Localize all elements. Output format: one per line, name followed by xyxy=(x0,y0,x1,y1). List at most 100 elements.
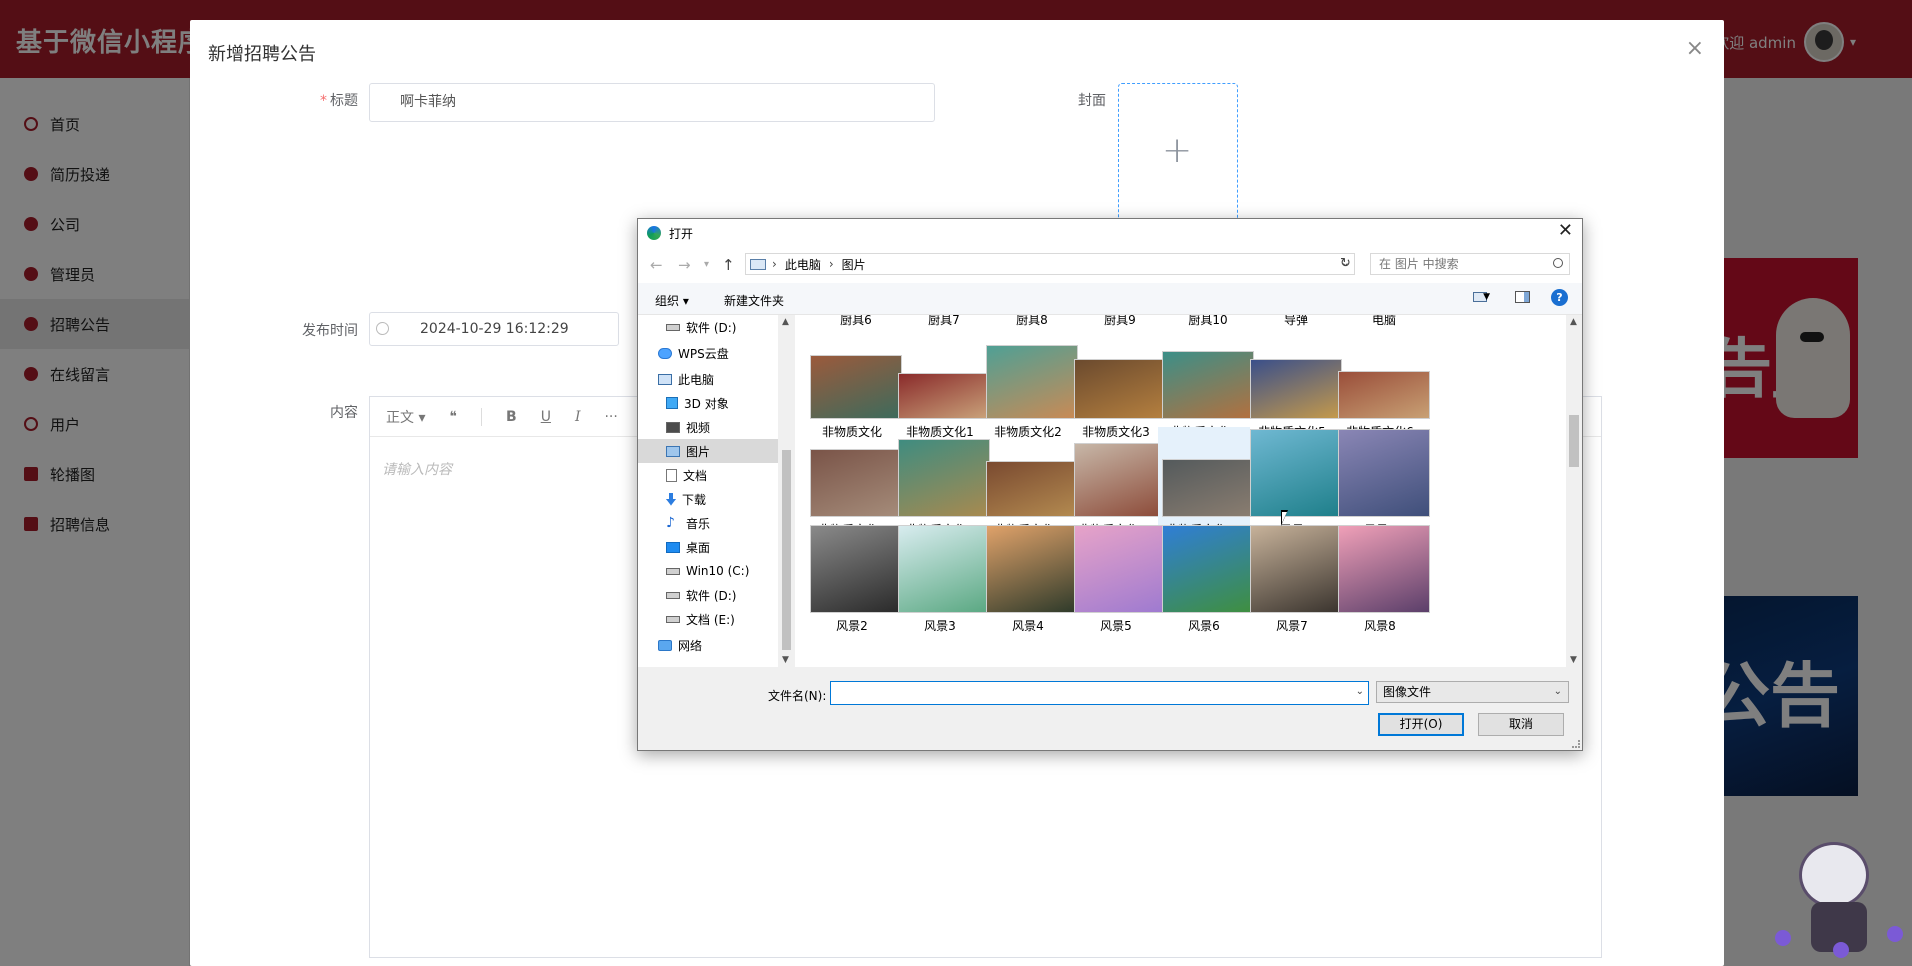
nav-tree-item[interactable]: 文档 xyxy=(638,463,778,487)
file-thumbnail[interactable]: 风景6 xyxy=(1158,523,1254,635)
nav-tree-item[interactable]: 视频 xyxy=(638,415,778,439)
nav-tree-label: 文档 (E:) xyxy=(686,612,735,627)
cover-uploader[interactable]: + xyxy=(1118,83,1238,223)
recent-dropdown-icon[interactable]: ▾ xyxy=(704,259,709,270)
cancel-button[interactable]: 取消 xyxy=(1478,713,1564,736)
nav-tree-item[interactable]: 文档 (E:) xyxy=(638,607,778,631)
scroll-up-icon[interactable]: ▲ xyxy=(1570,317,1577,327)
drive-icon xyxy=(666,615,680,623)
close-icon[interactable]: × xyxy=(1686,38,1704,60)
underline-icon[interactable]: U xyxy=(541,409,551,425)
nav-tree-item[interactable]: 图片 xyxy=(638,439,778,463)
file-label: 风景2 xyxy=(836,619,868,633)
bold-icon[interactable]: B xyxy=(506,409,517,425)
close-icon[interactable]: ✕ xyxy=(1558,222,1573,240)
file-thumbnail[interactable]: 风景2 xyxy=(806,523,902,635)
nav-tree-label: 音乐 xyxy=(686,516,711,531)
file-thumbnail[interactable]: 风景4 xyxy=(982,523,1078,635)
image-preview xyxy=(810,525,902,613)
filename-input[interactable]: ⌄ xyxy=(830,681,1369,705)
nav-tree-item[interactable]: 3D 对象 xyxy=(638,391,778,415)
nav-tree-label: 视频 xyxy=(686,420,711,435)
file-thumbnail[interactable]: 非物质文化5 xyxy=(1246,329,1342,441)
nav-tree-item[interactable]: 软件 (D:) xyxy=(638,315,778,339)
file-thumbnail[interactable]: 风景5 xyxy=(1070,523,1166,635)
file-label[interactable]: 厨具6 xyxy=(810,315,902,328)
file-thumbnail[interactable]: 非物质文化6 xyxy=(1334,329,1430,441)
filetype-select[interactable]: 图像文件 ⌄ xyxy=(1376,681,1569,703)
nav-tree-label: 桌面 xyxy=(686,540,711,555)
drive-icon xyxy=(666,591,680,599)
resize-grip-icon[interactable] xyxy=(1572,740,1580,748)
refresh-icon[interactable]: ↻ xyxy=(1340,256,1351,271)
edge-browser-icon xyxy=(647,226,661,240)
forward-arrow-icon[interactable]: → xyxy=(678,256,691,274)
scroll-up-icon[interactable]: ▲ xyxy=(782,317,789,327)
image-preview xyxy=(1250,429,1342,517)
nav-tree-item[interactable]: 此电脑 xyxy=(638,367,778,391)
scroll-thumb[interactable] xyxy=(782,450,791,650)
file-thumbnail[interactable]: 非物质文化1 xyxy=(894,329,990,441)
scroll-down-icon[interactable]: ▼ xyxy=(1570,655,1577,665)
paw-icon xyxy=(1775,930,1791,946)
network-icon xyxy=(658,639,672,651)
nav-tree-item[interactable]: 软件 (D:) xyxy=(638,583,778,607)
nav-tree-item[interactable]: 网络 xyxy=(638,633,778,657)
file-label[interactable]: 厨具9 xyxy=(1074,315,1166,328)
preview-pane-icon[interactable] xyxy=(1515,291,1530,303)
up-arrow-icon[interactable]: ↑ xyxy=(722,256,735,274)
cloud-icon xyxy=(658,347,672,359)
breadcrumb-pictures[interactable]: 图片 xyxy=(842,256,866,273)
nav-tree-item[interactable]: 下载 xyxy=(638,487,778,511)
file-thumbnail[interactable]: 风景8 xyxy=(1334,523,1430,635)
image-preview xyxy=(1250,359,1342,419)
paw-icon xyxy=(1833,942,1849,958)
quote-icon[interactable]: ❝ xyxy=(449,409,457,425)
nav-tree-label: 软件 (D:) xyxy=(686,320,737,335)
nav-tree-label: 文档 xyxy=(683,468,708,483)
organize-button[interactable]: 组织 ▾ xyxy=(655,292,689,309)
search-input[interactable]: 在 图片 中搜索 xyxy=(1370,253,1570,275)
back-arrow-icon[interactable]: ← xyxy=(650,256,663,274)
file-open-dialog: 打开 ✕ ← → ▾ ↑ › 此电脑 › 图片 ⌄ ↻ 在 图片 中搜索 组织 … xyxy=(637,218,1583,751)
nav-tree-item[interactable]: ♪ 音乐 xyxy=(638,511,778,535)
file-thumbnail[interactable]: 风景7 xyxy=(1246,523,1342,635)
nav-tree-item[interactable]: Win10 (C:) xyxy=(638,559,778,583)
file-list-scrollbar[interactable]: ▲ ▼ xyxy=(1566,315,1582,667)
nav-tree-item[interactable]: 桌面 xyxy=(638,535,778,559)
file-label[interactable]: 导弹 xyxy=(1250,315,1342,328)
nav-tree-item[interactable]: WPS云盘 xyxy=(638,341,778,365)
chevron-down-icon[interactable]: ▼ xyxy=(1483,292,1490,302)
help-icon[interactable]: ? xyxy=(1551,289,1568,306)
file-thumbnail[interactable]: 非物质文化2 xyxy=(982,329,1078,441)
file-label[interactable]: 电脑 xyxy=(1338,315,1430,328)
paragraph-style-select[interactable]: 正文 ▾ xyxy=(386,407,425,427)
mascot-character-image xyxy=(1775,832,1910,966)
open-button[interactable]: 打开(O) xyxy=(1378,713,1464,736)
chevron-down-icon: ⌄ xyxy=(1553,686,1562,697)
computer-icon xyxy=(658,373,672,385)
italic-icon[interactable]: I xyxy=(575,409,581,425)
breadcrumb-this-pc[interactable]: 此电脑 xyxy=(785,256,821,273)
file-label[interactable]: 厨具10 xyxy=(1162,315,1254,328)
title-input[interactable]: 啊卡菲纳 xyxy=(369,83,935,122)
publish-date-input[interactable]: 2024-10-29 16:12:29 xyxy=(369,312,619,346)
navigation-pane: 软件 (D:) WPS云盘 此电脑 3D 对象视频图片文档下载 ♪ 音乐桌面 Win10 (… xyxy=(638,315,778,667)
scroll-thumb[interactable] xyxy=(1569,415,1579,467)
file-thumbnail[interactable]: 风景3 xyxy=(894,523,990,635)
chevron-down-icon[interactable]: ⌄ xyxy=(1356,686,1364,697)
image-preview xyxy=(1338,525,1430,613)
more-icon[interactable]: ··· xyxy=(604,409,617,425)
address-bar[interactable]: › 此电脑 › 图片 ⌄ xyxy=(745,253,1355,275)
mouse-cursor-icon xyxy=(1281,510,1288,526)
file-label[interactable]: 厨具8 xyxy=(986,315,1078,328)
file-thumbnail[interactable]: 非物质文化 xyxy=(806,329,902,441)
new-folder-button[interactable]: 新建文件夹 xyxy=(724,292,784,309)
file-thumbnail[interactable]: 非物质文化3 xyxy=(1070,329,1166,441)
navigation-scrollbar[interactable]: ▲ ▼ xyxy=(778,315,795,667)
scroll-down-icon[interactable]: ▼ xyxy=(782,655,789,665)
dialog-title: 打开 xyxy=(669,227,694,241)
image-preview xyxy=(1162,351,1254,419)
file-label[interactable]: 厨具7 xyxy=(898,315,990,328)
file-thumbnail[interactable]: 非物质文化4 xyxy=(1158,329,1254,441)
